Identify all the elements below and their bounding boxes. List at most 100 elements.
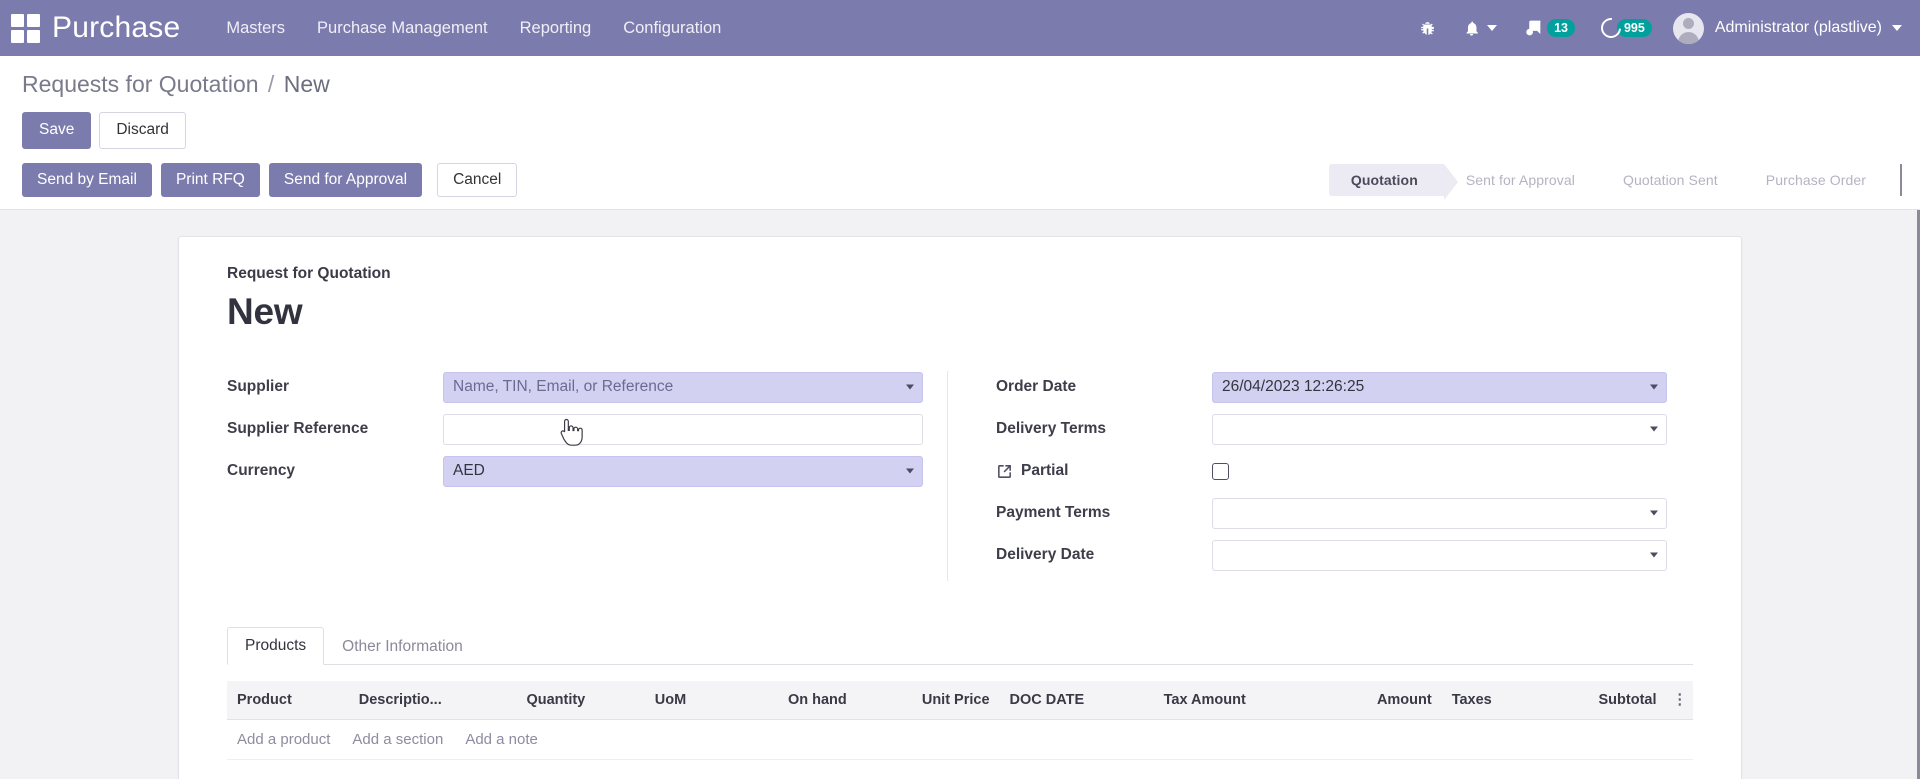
col-taxes[interactable]: Taxes xyxy=(1441,680,1540,720)
field-order-date: Order Date xyxy=(996,371,1667,404)
send-for-approval-button[interactable]: Send for Approval xyxy=(268,162,423,197)
grid-cell xyxy=(10,29,24,43)
form-right-column: Order Date Delivery Terms xyxy=(947,370,1667,581)
col-quantity[interactable]: Quantity xyxy=(516,680,645,720)
order-lines-table: Product Descriptio... Quantity UoM On ha… xyxy=(227,680,1693,760)
tab-products[interactable]: Products xyxy=(227,626,325,665)
col-unit-price[interactable]: Unit Price xyxy=(856,680,1000,720)
field-label-payment-terms: Payment Terms xyxy=(996,504,1111,522)
vertical-dots-icon[interactable]: ⋮ xyxy=(1666,680,1693,720)
form-subtitle: Request for Quotation xyxy=(227,264,391,282)
col-product[interactable]: Product xyxy=(227,680,349,720)
field-label-supplier: Supplier xyxy=(227,378,290,396)
add-a-note-link[interactable]: Add a note xyxy=(465,731,538,748)
delivery-date-input[interactable] xyxy=(1212,539,1667,571)
user-menu[interactable]: Administrator (plastlive) xyxy=(1665,12,1906,44)
supplier-input[interactable] xyxy=(443,371,923,403)
field-payment-terms: Payment Terms xyxy=(996,497,1667,530)
save-button[interactable]: Save xyxy=(22,112,92,149)
col-subtotal[interactable]: Subtotal xyxy=(1539,680,1667,720)
field-label-partial: Partial xyxy=(996,462,1212,480)
menu-item-masters[interactable]: Masters xyxy=(224,13,287,44)
main-menu: Masters Purchase Management Reporting Co… xyxy=(224,13,723,44)
form-sheet: Request for Quotation New Supplier Suppl… xyxy=(178,235,1742,779)
cancel-button[interactable]: Cancel xyxy=(437,162,518,197)
menu-item-configuration[interactable]: Configuration xyxy=(621,13,723,44)
menu-item-purchase-management[interactable]: Purchase Management xyxy=(315,13,490,44)
breadcrumb: Requests for Quotation / New xyxy=(22,71,1920,98)
tab-other-information[interactable]: Other Information xyxy=(324,628,481,665)
field-delivery-terms: Delivery Terms xyxy=(996,413,1667,446)
send-by-email-button[interactable]: Send by Email xyxy=(22,162,152,197)
field-delivery-date: Delivery Date xyxy=(996,539,1667,572)
add-a-product-link[interactable]: Add a product xyxy=(237,731,330,748)
field-control-payment-terms xyxy=(1212,497,1667,529)
grid-cell xyxy=(26,13,40,27)
form-sheet-background: Request for Quotation New Supplier Suppl… xyxy=(0,209,1920,779)
messages-icon[interactable]: 13 xyxy=(1510,0,1588,56)
add-line-cell: Add a product Add a section Add a note xyxy=(227,719,1693,760)
field-currency: Currency xyxy=(227,455,923,488)
col-tax-amount[interactable]: Tax Amount xyxy=(1153,680,1320,720)
form-action-buttons: Send by Email Print RFQ Send for Approva… xyxy=(22,162,518,197)
timer-ring xyxy=(1596,13,1626,43)
field-control-partial xyxy=(1212,462,1667,480)
menu-item-reporting[interactable]: Reporting xyxy=(518,13,594,44)
field-control-supplier-reference xyxy=(443,413,923,445)
timer-icon[interactable]: 995 xyxy=(1588,13,1665,43)
currency-input[interactable] xyxy=(443,455,923,487)
avatar xyxy=(1672,12,1704,44)
notifications-bell-icon[interactable] xyxy=(1450,0,1510,56)
discard-button[interactable]: Discard xyxy=(99,112,186,149)
breadcrumb-separator: / xyxy=(267,71,275,97)
timer-count-badge: 995 xyxy=(1616,18,1652,38)
status-purchase-order[interactable]: Purchase Order xyxy=(1744,164,1892,196)
delivery-terms-input[interactable] xyxy=(1212,413,1667,445)
order-lines-body: Add a product Add a section Add a note xyxy=(227,719,1693,760)
control-panel: Requests for Quotation / New Save Discar… xyxy=(0,56,1920,149)
field-supplier-reference: Supplier Reference xyxy=(227,413,923,446)
col-on-hand[interactable]: On hand xyxy=(728,680,857,720)
external-link-icon[interactable] xyxy=(996,463,1013,480)
col-uom[interactable]: UoM xyxy=(644,680,729,720)
field-control-delivery-terms xyxy=(1212,413,1667,445)
apps-grid-icon[interactable] xyxy=(8,11,42,45)
status-quotation[interactable]: Quotation xyxy=(1328,163,1458,200)
partial-checkbox[interactable] xyxy=(1212,462,1229,480)
field-label-delivery-terms: Delivery Terms xyxy=(996,420,1106,438)
chevron-down-icon[interactable] xyxy=(1487,25,1498,31)
col-amount[interactable]: Amount xyxy=(1319,680,1442,720)
print-rfq-button[interactable]: Print RFQ xyxy=(160,162,260,197)
page-title: New xyxy=(227,290,303,332)
breadcrumb-current: New xyxy=(283,71,330,97)
col-doc-date[interactable]: DOC DATE xyxy=(999,680,1154,720)
form-left-column: Supplier Supplier Reference Currency xyxy=(227,371,947,497)
supplier-reference-input[interactable] xyxy=(443,413,923,445)
col-description[interactable]: Descriptio... xyxy=(348,680,517,720)
form-columns: Supplier Supplier Reference Currency xyxy=(227,370,1693,581)
table-header-row: Product Descriptio... Quantity UoM On ha… xyxy=(227,680,1693,720)
status-sent-for-approval[interactable]: Sent for Approval xyxy=(1444,164,1601,196)
bug-icon[interactable] xyxy=(1405,0,1450,56)
field-partial: Partial xyxy=(996,455,1667,488)
add-a-section-link[interactable]: Add a section xyxy=(352,731,443,748)
record-controls: Save Discard xyxy=(22,112,1920,149)
breadcrumb-root[interactable]: Requests for Quotation xyxy=(22,71,259,97)
notebook: Products Other Information Product Descr… xyxy=(227,626,1693,760)
top-navbar: Purchase Masters Purchase Management Rep… xyxy=(0,0,1920,56)
status-bar: Quotation Sent for Approval Quotation Se… xyxy=(1328,163,1902,200)
chevron-down-icon[interactable] xyxy=(1892,25,1902,31)
field-control-supplier xyxy=(443,371,923,403)
add-line-row: Add a product Add a section Add a note xyxy=(227,719,1693,760)
payment-terms-input[interactable] xyxy=(1212,497,1667,529)
order-lines-header: Product Descriptio... Quantity UoM On ha… xyxy=(227,680,1693,720)
partial-label-text: Partial xyxy=(1021,462,1069,480)
navbar-right-tools: 13 995 Administrator (plastlive) xyxy=(1405,0,1906,56)
app-brand-title[interactable]: Purchase xyxy=(52,11,180,45)
status-quotation-sent[interactable]: Quotation Sent xyxy=(1601,164,1744,196)
action-status-row: Send by Email Print RFQ Send for Approva… xyxy=(0,148,1920,210)
field-label-delivery-date: Delivery Date xyxy=(996,546,1095,564)
field-label-currency: Currency xyxy=(227,462,296,480)
order-date-input[interactable] xyxy=(1212,371,1667,403)
statusbar-divider xyxy=(1900,163,1902,196)
